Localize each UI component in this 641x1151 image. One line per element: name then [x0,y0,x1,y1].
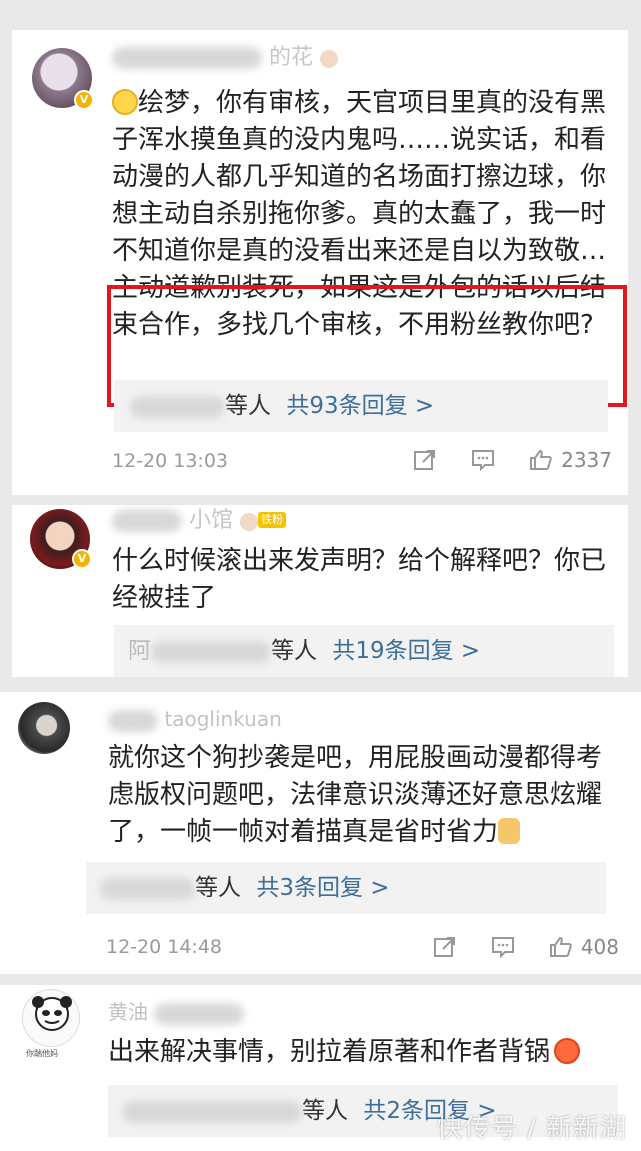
reply-summary[interactable]: 等人 共3条回复 > [86,862,606,914]
panda-meme-icon [32,996,72,1031]
like-count: 408 [580,935,619,959]
avatar[interactable] [22,989,80,1047]
timestamp: 12-20 13:03 [112,450,229,472]
fan-badge: 铁粉 [258,512,287,528]
blurred-reply-user [151,640,271,663]
fan-medal-icon [240,513,259,531]
comment-text: 什么时候滚出来发声明？给个解释吧？你已经被挂了 [112,546,607,613]
reply-suffix: 等人 [271,638,317,664]
action-bar: 2337 [379,448,612,472]
reply-summary[interactable]: 等人 共93条回复 > [114,380,608,432]
comment-card: 你踹他妈 黄油 出来解决事情，别拉着原著和作者背锅 等人 共2条回复 > 快传号… [0,985,641,1151]
comment-card: V 的花 绘梦，你有审核，天官项目里真的没有黑子浑水摸鱼真的没内鬼吗……说实话，… [12,30,628,495]
reply-suffix: 等人 [225,393,271,419]
like-count: 2337 [561,448,612,472]
view-replies-link[interactable]: 共19条回复 > [332,638,480,664]
blurred-reply-user [122,1100,302,1123]
blurred-username-part [112,510,182,532]
comment-text: 出来解决事情，别拉着原著和作者背锅 [108,1034,623,1071]
action-bar: 408 [399,935,619,959]
watermark: 快传号 / 新新湖 [436,1114,627,1144]
blurred-username-part [154,1002,245,1025]
username-text: 小馆 [189,508,234,533]
avatar-caption: 你踹他妈 [26,1049,58,1058]
share-icon[interactable] [413,449,437,471]
like-icon[interactable] [549,936,573,958]
blurred-username-part [108,709,158,732]
verified-badge: V [74,90,94,110]
avatar[interactable] [18,702,70,754]
username[interactable]: 的花 [112,44,339,72]
reply-suffix: 等人 [195,875,241,901]
username-text: 的花 [269,45,314,70]
blurred-reply-user [130,395,225,418]
share-icon[interactable] [433,936,457,958]
timestamp: 12-20 14:48 [106,936,223,958]
verified-badge: V [72,549,92,569]
comment-card: V 小馆 铁粉 什么时候滚出来发声明？给个解释吧？你已经被挂了 阿 等人 共19条… [12,505,628,677]
view-replies-link[interactable]: 共93条回复 > [286,393,434,419]
username[interactable]: taoglinkuan [108,705,282,733]
username[interactable]: 小馆 铁粉 [112,507,287,535]
speechless-emoji-icon [112,89,138,115]
reply-user: 阿 [128,638,151,664]
view-replies-link[interactable]: 共3条回复 > [256,875,389,901]
username-text: taoglinkuan [164,707,282,731]
blurred-reply-user [100,877,195,900]
comment-icon[interactable] [491,936,515,958]
thumbs-up-emoji-icon [498,818,521,844]
reply-summary[interactable]: 阿 等人 共19条回复 > [114,625,614,677]
blurred-username-part [112,47,262,69]
like-icon[interactable] [529,449,553,471]
comment-card: taoglinkuan 就你这个狗抄袭是吧，用屁股画动漫都得考虑版权问题吧，法律… [0,692,641,974]
comment-text: 就你这个狗抄袭是吧，用屁股画动漫都得考虑版权问题吧，法律意识淡薄还好意思炫耀了，… [108,743,603,847]
angry-emoji-icon [554,1038,581,1064]
fan-medal-icon [320,50,339,68]
username-text: 黄油 [108,1000,148,1024]
reply-suffix: 等人 [302,1098,348,1124]
comment-icon[interactable] [471,449,495,471]
username[interactable]: 黄油 [108,998,245,1026]
